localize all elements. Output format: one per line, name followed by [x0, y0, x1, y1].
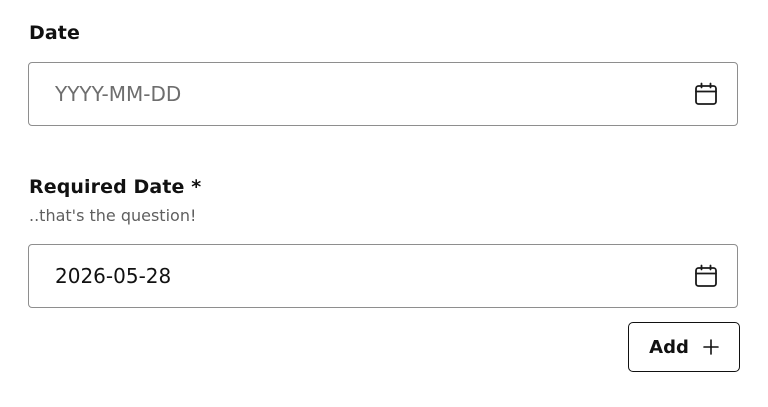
required-date-hint: ..that's the question! — [29, 206, 197, 225]
add-button[interactable]: Add — [628, 322, 740, 372]
add-button-label: Add — [649, 336, 689, 358]
date-input[interactable] — [29, 63, 669, 125]
date-label: Date — [29, 22, 80, 44]
required-date-label: Required Date * — [29, 176, 202, 198]
date-field[interactable] — [28, 62, 738, 126]
required-date-input[interactable] — [29, 245, 669, 307]
required-date-field[interactable] — [28, 244, 738, 308]
calendar-icon[interactable] — [693, 81, 719, 107]
plus-icon — [703, 339, 719, 355]
calendar-icon[interactable] — [693, 263, 719, 289]
